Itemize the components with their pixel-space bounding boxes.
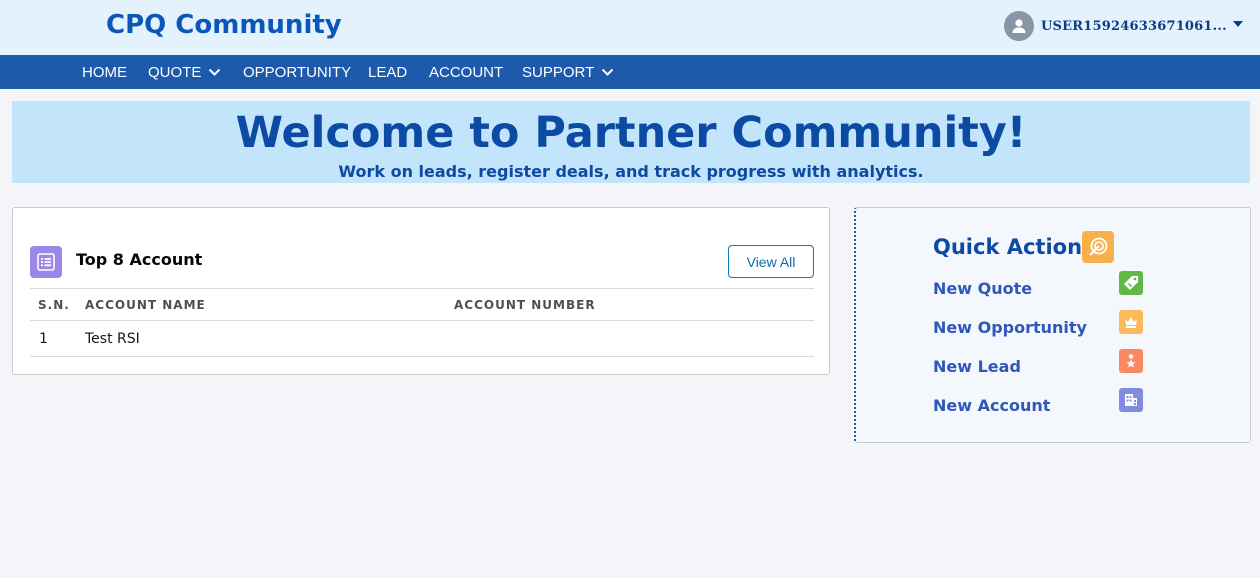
welcome-banner: Welcome to Partner Community! Work on le…	[12, 101, 1250, 183]
new-account-link[interactable]: New Account	[933, 396, 1050, 415]
crown-icon[interactable]	[1119, 310, 1143, 334]
cell-account-name[interactable]: Test RSI	[85, 331, 140, 347]
person-star-icon[interactable]	[1119, 349, 1143, 373]
chevron-down-icon	[209, 68, 221, 76]
tag-icon[interactable]	[1119, 271, 1143, 295]
top-header: CPQ Community USER15924633671061...	[0, 0, 1260, 55]
quick-action-title: Quick Action	[933, 235, 1083, 259]
cell-sn: 1	[39, 331, 48, 347]
accounts-table: S.N. ACCOUNT NAME ACCOUNT NUMBER 1 Test …	[30, 288, 814, 357]
column-header-sn[interactable]: S.N.	[38, 298, 70, 312]
view-all-button[interactable]: View All	[728, 245, 814, 278]
nav-item-label: HOME	[82, 63, 127, 81]
list-icon	[30, 246, 62, 278]
chevron-down-icon	[602, 68, 614, 76]
nav-item-label: SUPPORT	[522, 63, 595, 81]
quick-action-icon	[1082, 231, 1114, 263]
nav-item-label: QUOTE	[148, 63, 202, 81]
nav-item-account[interactable]: ACCOUNT	[429, 55, 503, 89]
banner-subtitle: Work on leads, register deals, and track…	[338, 162, 924, 181]
new-quote-link[interactable]: New Quote	[933, 279, 1032, 298]
column-header-account-name[interactable]: ACCOUNT NAME	[85, 298, 206, 312]
new-opportunity-link[interactable]: New Opportunity	[933, 318, 1087, 337]
nav-item-home[interactable]: HOME	[82, 55, 127, 89]
nav-item-label: LEAD	[368, 63, 408, 81]
nav-item-opportunity[interactable]: OPPORTUNITY	[243, 55, 351, 89]
user-name[interactable]: USER15924633671061...	[1041, 19, 1227, 34]
new-lead-link[interactable]: New Lead	[933, 357, 1021, 376]
brand-title[interactable]: CPQ Community	[106, 10, 342, 40]
caret-down-icon[interactable]	[1232, 21, 1243, 27]
card-title: Top 8 Account	[76, 250, 203, 269]
top-accounts-card: Top 8 Account View All S.N. ACCOUNT NAME…	[12, 207, 830, 375]
nav-item-label: ACCOUNT	[429, 63, 504, 81]
nav-item-label: OPPORTUNITY	[243, 63, 352, 81]
building-icon[interactable]	[1119, 388, 1143, 412]
quick-action-panel: Quick Action New Quote New Opportunity N…	[854, 207, 1251, 443]
main-nav: HOME QUOTE OPPORTUNITY LEAD ACCOUNT SUPP…	[0, 55, 1260, 89]
user-avatar-icon[interactable]	[1004, 11, 1034, 41]
nav-item-support[interactable]: SUPPORT	[522, 55, 614, 89]
user-menu[interactable]: USER15924633671061...	[1004, 11, 1243, 41]
nav-item-lead[interactable]: LEAD	[368, 55, 407, 89]
table-row[interactable]: 1 Test RSI	[30, 321, 814, 357]
table-header: S.N. ACCOUNT NAME ACCOUNT NUMBER	[30, 288, 814, 321]
banner-title: Welcome to Partner Community!	[235, 108, 1027, 158]
nav-item-quote[interactable]: QUOTE	[148, 55, 221, 89]
column-header-account-number[interactable]: ACCOUNT NUMBER	[454, 298, 596, 312]
